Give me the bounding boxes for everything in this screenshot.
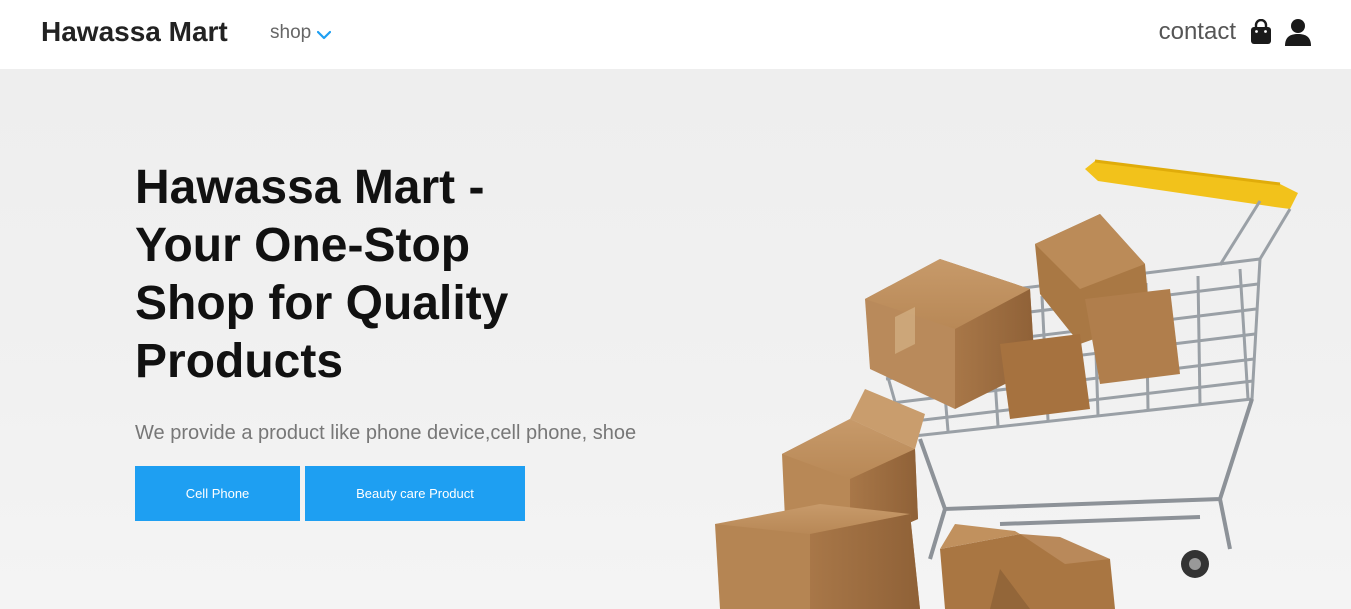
hero-section: Hawassa Mart - Your One-Stop Shop for Qu…: [0, 69, 1351, 609]
cell-phone-button[interactable]: Cell Phone: [135, 466, 300, 521]
shop-dropdown[interactable]: shop: [270, 22, 332, 44]
shopping-bag-icon[interactable]: [1250, 19, 1272, 45]
nav-actions: contact: [1159, 18, 1311, 46]
navbar: Hawassa Mart shop contact: [0, 0, 1351, 69]
hero-title: Hawassa Mart - Your One-Stop Shop for Qu…: [135, 161, 509, 388]
user-icon[interactable]: [1285, 18, 1311, 46]
beauty-care-button[interactable]: Beauty care Product: [305, 466, 525, 521]
shopping-cart-boxes-image: [715, 159, 1298, 609]
shop-label: shop: [270, 22, 312, 43]
brand-logo[interactable]: Hawassa Mart: [41, 16, 228, 48]
chevron-down-icon: [317, 30, 332, 39]
contact-link[interactable]: contact: [1159, 18, 1236, 46]
hero-subtitle: We provide a product like phone device,c…: [135, 422, 637, 444]
